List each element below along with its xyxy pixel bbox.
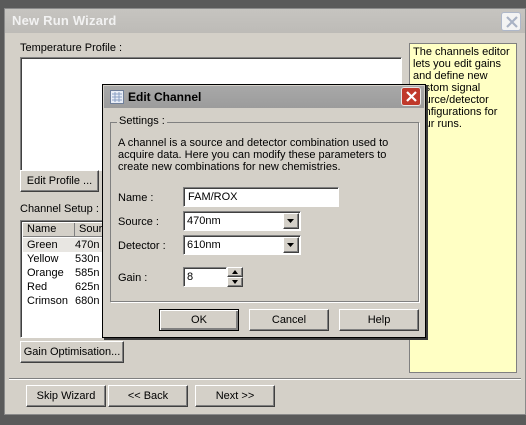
- channel-row[interactable]: Yellow 530n: [23, 252, 105, 266]
- next-button[interactable]: Next >>: [195, 385, 275, 407]
- channel-list[interactable]: Name Sourc Green 470n Yellow 530n Orange 58…: [20, 220, 106, 338]
- footer-divider: [9, 378, 521, 379]
- arrow-up-icon: [232, 270, 238, 274]
- gain-optimisation-label: Gain Optimisation...: [23, 346, 121, 358]
- temperature-profile-label: Temperature Profile :: [20, 42, 123, 54]
- wizard-close-button[interactable]: [501, 12, 521, 31]
- gain-spinner[interactable]: [227, 267, 243, 287]
- gain-input[interactable]: [183, 267, 227, 287]
- back-button[interactable]: << Back: [108, 385, 188, 407]
- back-label: << Back: [127, 390, 169, 402]
- column-header-name[interactable]: Name: [23, 223, 75, 237]
- close-icon: [506, 16, 518, 28]
- edit-profile-button[interactable]: Edit Profile ...: [20, 170, 99, 192]
- wizard-title: New Run Wizard: [12, 13, 117, 28]
- dialog-title: Edit Channel: [128, 90, 202, 104]
- wizard-title-bar[interactable]: New Run Wizard: [5, 9, 525, 33]
- channel-row[interactable]: Crimson 680n: [23, 294, 105, 308]
- source-select[interactable]: 470nm: [183, 211, 301, 231]
- chevron-down-icon: [287, 219, 294, 223]
- source-value: 470nm: [187, 215, 221, 227]
- arrow-down-icon: [232, 280, 238, 284]
- edit-profile-label: Edit Profile ...: [26, 175, 93, 187]
- dialog-close-button[interactable]: [401, 87, 421, 106]
- name-label: Name :: [118, 192, 154, 204]
- source-dropdown-button[interactable]: [283, 213, 299, 229]
- edit-channel-dialog: Edit Channel Settings : A channel is a s…: [102, 84, 426, 338]
- app-icon: [110, 90, 124, 104]
- ok-button[interactable]: OK: [159, 309, 239, 331]
- channel-setup-label: Channel Setup :: [20, 203, 99, 215]
- cancel-button[interactable]: Cancel: [249, 309, 329, 331]
- name-input[interactable]: [183, 187, 339, 207]
- detector-value: 610nm: [187, 239, 221, 251]
- settings-group-label: Settings :: [117, 115, 167, 127]
- channel-row[interactable]: Green 470n: [23, 238, 105, 252]
- skip-wizard-button[interactable]: Skip Wizard: [26, 385, 106, 407]
- help-label: Help: [367, 314, 391, 326]
- cancel-label: Cancel: [271, 314, 307, 326]
- channel-row[interactable]: Red 625n: [23, 280, 105, 294]
- close-icon: [406, 91, 417, 102]
- help-text: The channels editor lets you edit gains …: [413, 46, 510, 130]
- gain-optimisation-button[interactable]: Gain Optimisation...: [20, 341, 124, 363]
- chevron-down-icon: [287, 243, 294, 247]
- dialog-description: A channel is a source and detector combi…: [118, 137, 389, 173]
- detector-select[interactable]: 610nm: [183, 235, 301, 255]
- help-button[interactable]: Help: [339, 309, 419, 331]
- skip-wizard-label: Skip Wizard: [36, 390, 96, 402]
- source-label: Source :: [118, 216, 159, 228]
- next-label: Next >>: [215, 390, 255, 402]
- detector-label: Detector :: [118, 240, 166, 252]
- gain-increment-button[interactable]: [227, 267, 243, 277]
- channel-row[interactable]: Orange 585n: [23, 266, 105, 280]
- detector-dropdown-button[interactable]: [283, 237, 299, 253]
- gain-decrement-button[interactable]: [227, 277, 243, 287]
- dialog-title-bar[interactable]: Edit Channel: [104, 86, 424, 108]
- ok-label: OK: [191, 314, 207, 326]
- gain-label: Gain :: [118, 272, 148, 284]
